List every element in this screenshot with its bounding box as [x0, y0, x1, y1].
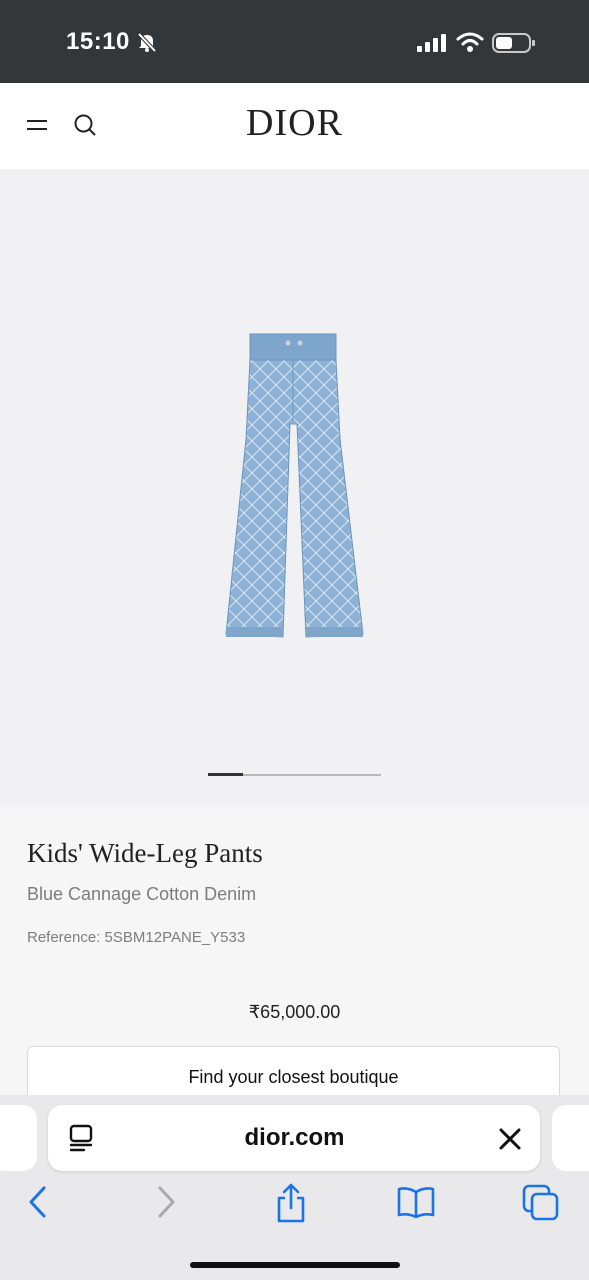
share-icon[interactable]	[274, 1182, 308, 1224]
battery-icon	[492, 33, 535, 53]
home-indicator	[190, 1262, 400, 1268]
product-gallery[interactable]	[0, 169, 589, 805]
status-bar: 15:10	[0, 0, 589, 83]
product-price: ₹65,000.00	[248, 1002, 341, 1022]
gallery-progress-indicator	[208, 773, 243, 776]
signal-icon	[417, 34, 446, 52]
dior-logo[interactable]: DIOR	[0, 101, 589, 145]
bookmarks-icon[interactable]	[396, 1184, 436, 1220]
product-title: Kids' Wide-Leg Pants	[27, 838, 263, 868]
wifi-icon	[456, 32, 484, 52]
bell-slash-icon	[137, 32, 157, 53]
close-icon[interactable]	[498, 1127, 522, 1151]
back-icon[interactable]	[26, 1184, 50, 1220]
status-time: 15:10	[66, 28, 130, 55]
product-reference: Reference: 5SBM12PANE_Y533	[27, 929, 246, 946]
product-subtitle: Blue Cannage Cotton Denim	[27, 884, 257, 904]
forward-icon	[158, 1186, 175, 1218]
product-image	[225, 333, 364, 638]
tabs-icon[interactable]	[522, 1184, 560, 1222]
